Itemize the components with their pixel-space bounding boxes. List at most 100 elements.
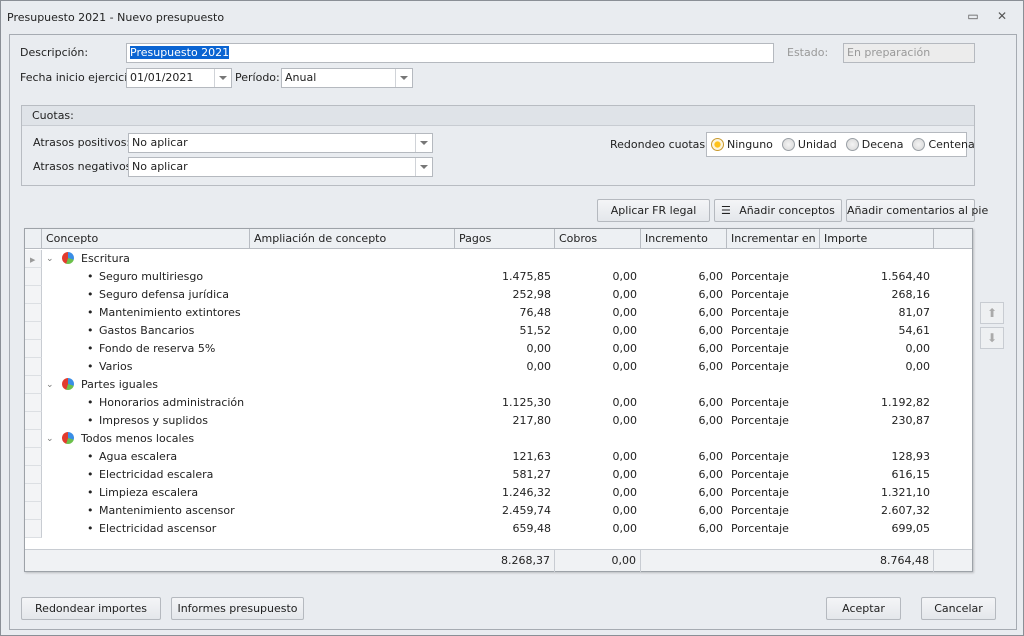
table-row[interactable]: • Fondo de reserva 5% 0,00 0,00 6,00 Porcenta…: [25, 340, 972, 358]
positivos-select[interactable]: No aplicar: [128, 133, 433, 153]
restore-icon[interactable]: ▭: [965, 9, 981, 23]
chevron-down-icon[interactable]: [415, 158, 432, 176]
row-indicator[interactable]: [25, 322, 42, 340]
bullet-icon: •: [87, 396, 94, 409]
periodo-value: Anual: [285, 71, 317, 84]
table-row[interactable]: • Seguro multiriesgo 1.475,85 0,00 6,00 Porce…: [25, 268, 972, 286]
row-indicator[interactable]: [25, 376, 42, 394]
close-icon[interactable]: ✕: [994, 9, 1010, 23]
periodo-select[interactable]: Anual: [281, 68, 413, 88]
col-cobros[interactable]: Cobros: [555, 229, 641, 249]
concepto-cell: Seguro defensa jurídica: [99, 288, 229, 301]
table-row[interactable]: • Seguro defensa jurídica 252,98 0,00 6,00 Po…: [25, 286, 972, 304]
table-row[interactable]: • Varios 0,00 0,00 6,00 Porcentaje 0,00: [25, 358, 972, 376]
move-down-button[interactable]: ⬇: [980, 327, 1004, 349]
group-row[interactable]: ⌄ Todos menos locales: [25, 430, 972, 448]
radio-ninguno[interactable]: Ninguno: [711, 138, 773, 151]
estado-label: Estado:: [787, 46, 829, 59]
negativos-select[interactable]: No aplicar: [128, 157, 433, 177]
row-indicator[interactable]: [25, 286, 42, 304]
collapse-chevron-icon[interactable]: ⌄: [46, 376, 54, 394]
row-indicator[interactable]: [25, 484, 42, 502]
group-pie-icon: [62, 429, 74, 447]
row-indicator[interactable]: [25, 304, 42, 322]
incremento-cell: 6,00: [698, 360, 724, 373]
periodo-label: Período:: [235, 71, 280, 84]
cancelar-button[interactable]: Cancelar: [921, 597, 996, 620]
table-row[interactable]: • Mantenimiento ascensor 2.459,74 0,00 6,00 P…: [25, 502, 972, 520]
table-row[interactable]: • Agua escalera 121,63 0,00 6,00 Porcentaje 12…: [25, 448, 972, 466]
fecha-label: Fecha inicio ejercicio:: [20, 71, 138, 84]
table-row[interactable]: • Gastos Bancarios 51,52 0,00 6,00 Porcentaje…: [25, 322, 972, 340]
row-indicator[interactable]: [25, 430, 42, 448]
anadir-comentarios-button[interactable]: Añadir comentarios al pie: [846, 199, 988, 222]
aplicar-fr-button[interactable]: Aplicar FR legal: [597, 199, 710, 222]
radio-checked-icon: [711, 138, 724, 151]
pagos-cell: 581,27: [512, 468, 552, 481]
descripcion-input[interactable]: Presupuesto 2021: [126, 43, 774, 63]
cobros-cell: 0,00: [612, 414, 638, 427]
row-indicator[interactable]: [25, 268, 42, 286]
collapse-chevron-icon[interactable]: ⌄: [46, 430, 54, 448]
radio-unidad[interactable]: Unidad: [781, 138, 837, 151]
move-up-button[interactable]: ⬆: [980, 302, 1004, 324]
table-row[interactable]: • Honorarios administración 1.125,30 0,00 6,…: [25, 394, 972, 412]
pagos-cell: 1.475,85: [502, 270, 551, 283]
row-indicator[interactable]: [25, 520, 42, 538]
concepto-cell: Electricidad ascensor: [99, 522, 217, 535]
row-indicator[interactable]: [25, 502, 42, 520]
group-row[interactable]: ▶ ⌄ Escritura: [25, 250, 972, 268]
col-importe[interactable]: Importe: [820, 229, 934, 249]
importe-cell: 699,05: [891, 522, 931, 535]
pagos-cell: 252,98: [512, 288, 552, 301]
row-indicator[interactable]: [25, 340, 42, 358]
col-ampliacion[interactable]: Ampliación de concepto: [250, 229, 455, 249]
col-concepto[interactable]: Concepto: [42, 229, 250, 249]
incrementar-en-cell: Porcentaje: [731, 522, 789, 535]
incrementar-en-cell: Porcentaje: [731, 342, 789, 355]
row-indicator[interactable]: [25, 412, 42, 430]
col-pagos[interactable]: Pagos: [455, 229, 555, 249]
informes-button[interactable]: Informes presupuesto: [171, 597, 304, 620]
anadir-conceptos-label: Añadir conceptos: [739, 204, 835, 217]
concepto-cell: Limpieza escalera: [99, 486, 199, 499]
cobros-cell: 0,00: [612, 504, 638, 517]
chevron-down-icon[interactable]: [395, 69, 412, 87]
incremento-cell: 6,00: [698, 522, 724, 535]
radio-decena[interactable]: Decena: [845, 138, 903, 151]
row-indicator[interactable]: [25, 394, 42, 412]
col-empty: [934, 229, 972, 249]
table-row[interactable]: • Electricidad escalera 581,27 0,00 6,00 Porc…: [25, 466, 972, 484]
row-indicator[interactable]: [25, 448, 42, 466]
radio-label: Unidad: [797, 138, 837, 151]
cobros-cell: 0,00: [612, 396, 638, 409]
importe-cell: 54,61: [898, 324, 931, 337]
table-row[interactable]: • Impresos y suplidos 217,80 0,00 6,00 Porcen…: [25, 412, 972, 430]
anadir-conceptos-button[interactable]: ☰ Añadir conceptos: [714, 199, 842, 222]
row-indicator[interactable]: ▶: [25, 250, 42, 268]
incrementar-en-cell: Porcentaje: [731, 396, 789, 409]
importe-cell: 268,16: [891, 288, 931, 301]
descripcion-value: Presupuesto 2021: [130, 46, 230, 59]
fecha-input[interactable]: 01/01/2021: [126, 68, 232, 88]
conceptos-grid: Concepto Ampliación de concepto Pagos Co…: [24, 228, 973, 572]
collapse-chevron-icon[interactable]: ⌄: [46, 250, 54, 268]
pagos-cell: 51,52: [519, 324, 552, 337]
table-row[interactable]: • Mantenimiento extintores 76,48 0,00 6,00 Po…: [25, 304, 972, 322]
col-incrementar-en[interactable]: Incrementar en: [727, 229, 820, 249]
row-indicator[interactable]: [25, 466, 42, 484]
table-row[interactable]: • Electricidad ascensor 659,48 0,00 6,00 Porc…: [25, 520, 972, 538]
group-row[interactable]: ⌄ Partes iguales: [25, 376, 972, 394]
pagos-cell: 1.246,32: [502, 486, 551, 499]
redondear-button[interactable]: Redondear importes: [21, 597, 161, 620]
negativos-value: No aplicar: [132, 160, 188, 173]
aceptar-button[interactable]: Aceptar: [826, 597, 901, 620]
col-incremento[interactable]: Incremento: [641, 229, 727, 249]
bullet-icon: •: [87, 288, 94, 301]
incrementar-en-cell: Porcentaje: [731, 288, 789, 301]
chevron-down-icon[interactable]: [214, 69, 231, 87]
row-indicator[interactable]: [25, 358, 42, 376]
chevron-down-icon[interactable]: [415, 134, 432, 152]
radio-centena[interactable]: Centena: [912, 138, 975, 151]
table-row[interactable]: • Limpieza escalera 1.246,32 0,00 6,00 Porcen…: [25, 484, 972, 502]
